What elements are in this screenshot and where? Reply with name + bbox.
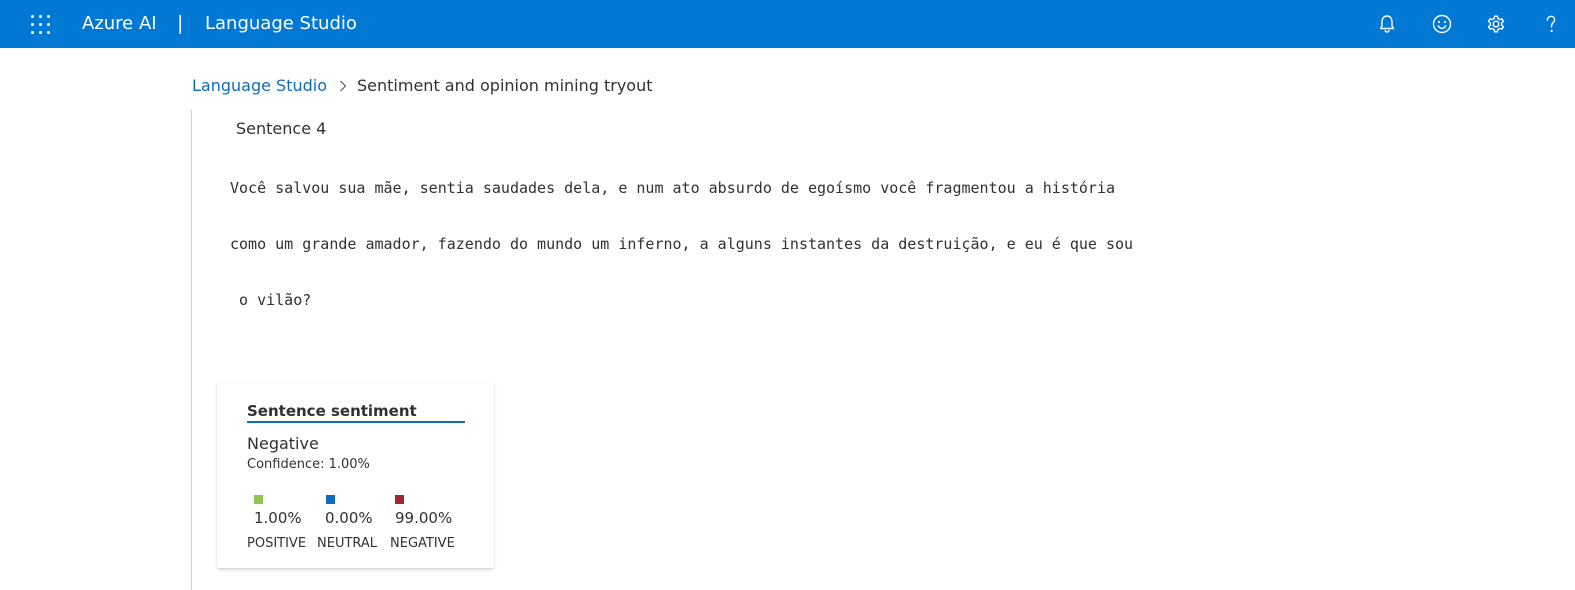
sentence-text-line: como um grande amador, fazendo do mundo … — [230, 235, 1134, 253]
gear-icon[interactable] — [1484, 12, 1508, 36]
negative-score-name: NEGATIVE — [390, 536, 455, 551]
neutral-score-value: 0.00% — [325, 509, 373, 527]
brand-name[interactable]: Azure AI — [82, 13, 157, 35]
positive-score-name: POSITIVE — [247, 536, 307, 551]
sentence-text-line: Você salvou sua mãe, sentia saudades del… — [230, 179, 1116, 197]
neutral-score-name: NEUTRAL — [317, 536, 378, 551]
sentence-text-line: o vilão? — [230, 291, 312, 309]
content-divider — [191, 110, 192, 590]
sentiment-label: Negative — [247, 434, 319, 453]
confidence-text: Confidence: 1.00% — [247, 457, 370, 472]
card-title: Sentence sentiment — [247, 402, 417, 420]
app-launcher-icon[interactable] — [30, 14, 50, 34]
negative-swatch — [395, 495, 404, 504]
breadcrumb: Language Studio Sentiment and opinion min… — [192, 76, 653, 97]
breadcrumb-language-studio-link[interactable]: Language Studio — [192, 76, 327, 95]
breadcrumb-current-page: Sentiment and opinion mining tryout — [357, 76, 653, 95]
positive-swatch — [254, 495, 263, 504]
neutral-swatch — [326, 495, 335, 504]
help-icon[interactable] — [1539, 12, 1563, 36]
brand-separator: | — [177, 12, 184, 34]
positive-score-value: 1.00% — [254, 509, 302, 527]
smiley-icon[interactable] — [1430, 12, 1454, 36]
card-title-underline — [247, 421, 465, 423]
top-bar: Azure AI | Language Studio — [0, 0, 1575, 48]
negative-score-value: 99.00% — [395, 509, 453, 527]
product-name[interactable]: Language Studio — [205, 13, 357, 35]
sentence-sentiment-card: Sentence sentiment Negative Confidence: … — [217, 383, 494, 568]
chevron-right-icon — [339, 77, 347, 97]
sentence-title: Sentence 4 — [236, 119, 327, 138]
bell-icon[interactable] — [1375, 12, 1399, 36]
